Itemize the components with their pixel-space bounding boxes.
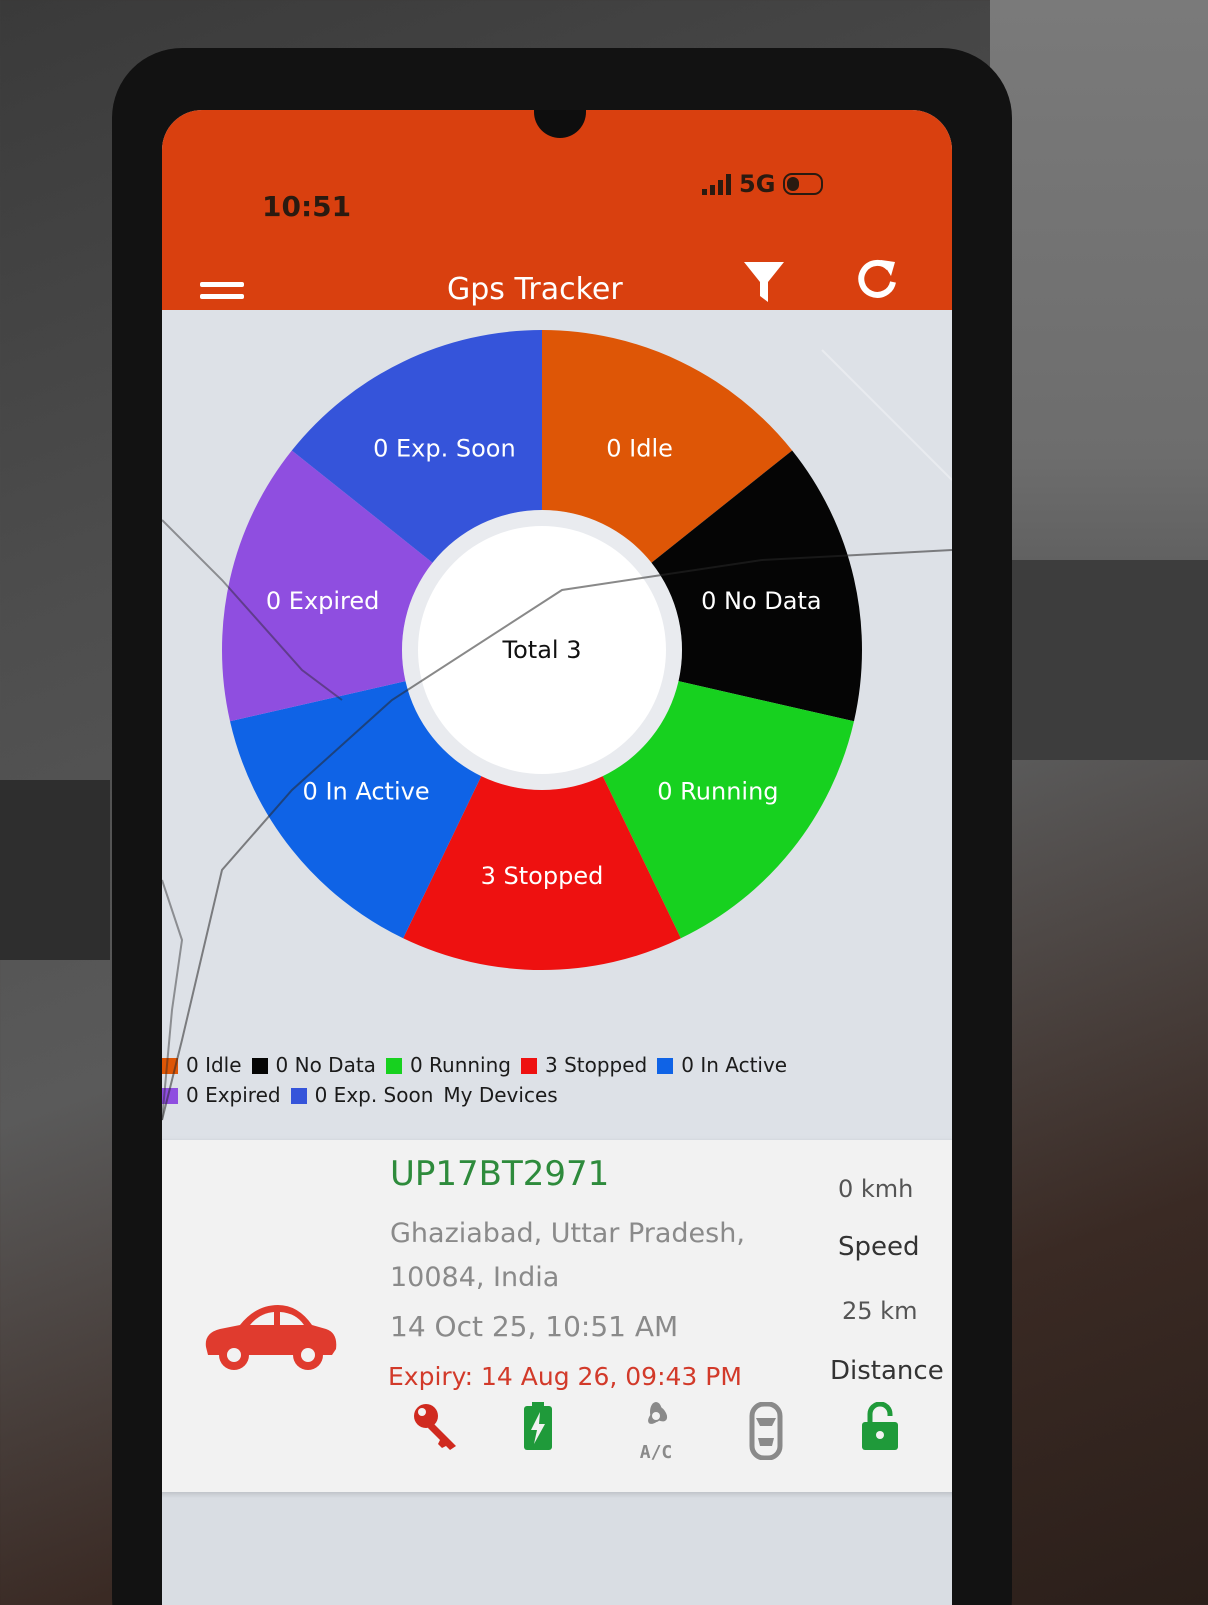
legend-swatch [290,1088,307,1104]
door-icon[interactable] [748,1401,784,1464]
app-title: Gps Tracker [447,272,623,307]
car-icon [200,1295,340,1379]
ignition-key-icon[interactable] [412,1402,460,1456]
app-bar: 10:51 5G Gps Tracker [162,110,952,310]
legend-label: 0 Running [409,1053,511,1077]
legend-swatch [162,1058,178,1074]
menu-icon[interactable] [200,282,244,306]
speed-value: 0 kmh [838,1175,914,1203]
chart-area: 0 Idle 0 No Data 0 Running 3 Stopped 0 In Ac… [162,310,952,1140]
speed-label: Speed [838,1232,920,1262]
chart-legend: 0 Idle 0 No Data 0 Running 3 Stopped 0 In Ac… [162,1050,822,1110]
legend-swatch [162,1088,178,1104]
pie-slice-label: 0 Idle [606,434,673,462]
legend-swatch [251,1058,268,1074]
pie-slice-label: 3 Stopped [481,862,604,890]
network-label: 5G [739,170,776,198]
device-expiry: Expiry: 14 Aug 26, 09:43 PM [388,1362,742,1391]
legend-label: 0 Idle [186,1053,242,1077]
legend-item: 0 Running [385,1050,511,1080]
legend-item: 0 In Active [657,1050,787,1080]
legend-label: 3 Stopped [544,1053,648,1077]
pie-slice-label: 0 In Active [303,777,430,805]
legend-item: 0 No Data [251,1050,376,1080]
legend-item: 0 Exp. Soon [290,1080,434,1110]
signal-icon [702,173,731,195]
screen-bottom [162,1500,952,1605]
distance-value: 25 km [842,1297,918,1325]
distance-label: Distance [830,1356,944,1386]
legend-swatch [385,1058,402,1074]
device-card[interactable]: UP17BT2971 Ghaziabad, Uttar Pradesh, 100… [162,1140,952,1492]
status-pie-chart[interactable]: 0 Idle 0 No Data 0 Running 3 Stopped 0 In Ac… [162,310,952,1050]
ac-icon[interactable]: A/C [634,1402,678,1464]
pie-slice-label: 0 Exp. Soon [373,434,516,462]
legend-label: 0 No Data [275,1053,376,1077]
legend-swatch [657,1058,674,1074]
pie-slice-label: 0 No Data [701,587,821,615]
svg-text:A/C: A/C [640,1442,673,1460]
device-address: Ghaziabad, Uttar Pradesh, 10084, India [390,1218,745,1293]
battery-status-icon [783,173,824,195]
phone-screen: 10:51 5G Gps Tracker 0 Idle 0 No Data 0 Ru… [162,110,952,1605]
legend-label: 0 Expired [186,1083,281,1107]
status-time: 10:51 [262,190,352,223]
legend-items: 0 Idle 0 No Data 0 Running 3 Stopped 0 In Ac… [162,1050,822,1110]
lock-open-icon[interactable] [860,1401,900,1456]
status-indicators: 5G [702,170,824,198]
legend-item: 0 Expired [162,1080,281,1110]
pie-center-label: Total 3 [502,636,582,664]
legend-item: 3 Stopped [520,1050,648,1080]
legend-label: 0 In Active [681,1053,788,1077]
legend-item: 0 Idle [162,1050,242,1080]
background-laptop-edge [1000,560,1208,760]
background-surface-left [0,780,110,960]
legend-swatch [520,1058,537,1074]
filter-icon[interactable] [742,258,786,310]
battery-icon[interactable] [524,1402,552,1456]
refresh-icon[interactable] [855,256,899,306]
device-datetime: 14 Oct 25, 10:51 AM [390,1310,679,1343]
device-status-icons: A/C [412,1401,932,1472]
my-devices-title: My Devices [443,1083,558,1107]
pie-slice-label: 0 Expired [266,587,380,615]
legend-label: 0 Exp. Soon [314,1083,434,1107]
pie-slice-label: 0 Running [657,777,778,805]
device-plate[interactable]: UP17BT2971 [390,1154,609,1194]
